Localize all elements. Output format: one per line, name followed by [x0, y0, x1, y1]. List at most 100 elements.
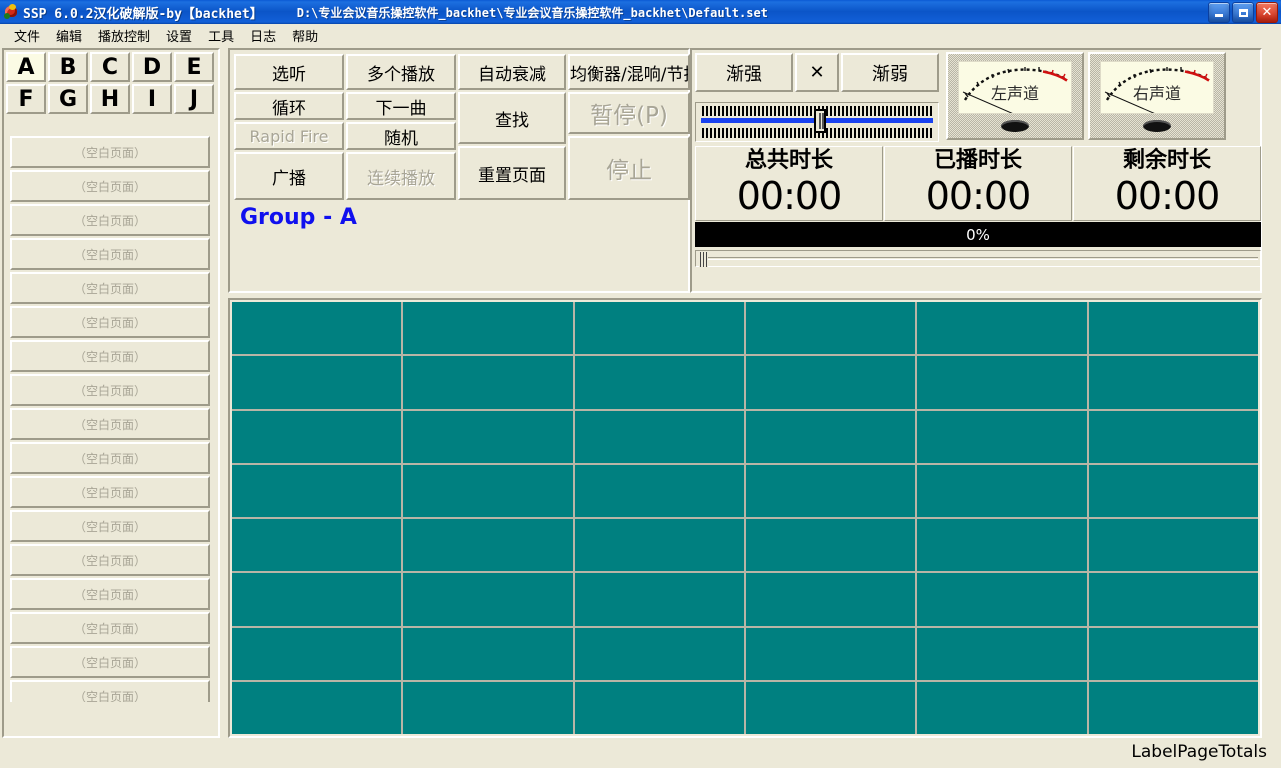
stop-button[interactable]: 停止	[568, 136, 690, 200]
broadcast-button[interactable]: 广播	[234, 152, 344, 200]
track-grid-cell[interactable]	[1088, 356, 1258, 409]
page-list-item[interactable]: （空白页面）	[10, 204, 210, 236]
track-grid-cell[interactable]	[917, 302, 1087, 355]
track-grid-cell[interactable]	[232, 519, 402, 572]
page-list-item[interactable]: （空白页面）	[10, 238, 210, 270]
maximize-button[interactable]	[1232, 2, 1254, 23]
track-grid-cell[interactable]	[574, 410, 744, 463]
menu-item-settings[interactable]: 设置	[158, 24, 200, 47]
page-list-item[interactable]: （空白页面）	[10, 646, 210, 678]
equalizer-button[interactable]: 均衡器/混响/节拍	[568, 54, 690, 90]
track-grid-cell[interactable]	[403, 681, 573, 734]
track-grid-cell[interactable]	[403, 627, 573, 680]
fade-out-button[interactable]: 渐弱	[841, 53, 939, 92]
seek-slider[interactable]	[695, 250, 1261, 267]
group-button-b[interactable]: B	[48, 52, 88, 82]
next-track-button[interactable]: 下一曲	[346, 92, 456, 120]
track-grid-cell[interactable]	[1088, 302, 1258, 355]
group-button-d[interactable]: D	[132, 52, 172, 82]
menu-item-file[interactable]: 文件	[6, 24, 48, 47]
track-grid-cell[interactable]	[574, 681, 744, 734]
page-list-item[interactable]: （空白页面）	[10, 680, 210, 702]
close-button[interactable]: ✕	[1256, 2, 1278, 23]
track-grid-cell[interactable]	[917, 464, 1087, 517]
track-grid-cell[interactable]	[745, 356, 916, 409]
menu-item-log[interactable]: 日志	[242, 24, 284, 47]
menu-item-help[interactable]: 帮助	[284, 24, 326, 47]
page-list-item[interactable]: （空白页面）	[10, 476, 210, 508]
volume-slider-thumb[interactable]	[814, 109, 826, 133]
track-grid-cell[interactable]	[403, 302, 573, 355]
track-grid-cell[interactable]	[745, 410, 916, 463]
listen-button[interactable]: 选听	[234, 54, 344, 90]
group-button-h[interactable]: H	[90, 84, 130, 114]
track-grid-cell[interactable]	[745, 302, 916, 355]
page-list-item[interactable]: （空白页面）	[10, 170, 210, 202]
track-grid-cell[interactable]	[232, 681, 402, 734]
page-list-item[interactable]: （空白页面）	[10, 442, 210, 474]
page-list-item[interactable]: （空白页面）	[10, 408, 210, 440]
vu-meter-right-knob[interactable]	[1143, 120, 1171, 132]
track-grid-cell[interactable]	[232, 627, 402, 680]
track-grid-cell[interactable]	[745, 519, 916, 572]
page-list-item[interactable]: （空白页面）	[10, 578, 210, 610]
track-grid-cell[interactable]	[574, 302, 744, 355]
pause-button[interactable]: 暂停(P)	[568, 92, 690, 134]
group-button-j[interactable]: J	[174, 84, 214, 114]
group-button-c[interactable]: C	[90, 52, 130, 82]
track-grid-cell[interactable]	[232, 356, 402, 409]
group-button-f[interactable]: F	[6, 84, 46, 114]
track-grid-cell[interactable]	[917, 681, 1087, 734]
vu-meter-left-knob[interactable]	[1001, 120, 1029, 132]
track-grid-cell[interactable]	[917, 573, 1087, 626]
menu-item-edit[interactable]: 编辑	[48, 24, 90, 47]
track-grid-cell[interactable]	[574, 519, 744, 572]
track-grid-cell[interactable]	[1088, 627, 1258, 680]
continuous-play-button[interactable]: 连续播放	[346, 152, 456, 200]
track-grid-cell[interactable]	[1088, 464, 1258, 517]
seek-slider-thumb[interactable]	[699, 252, 708, 267]
track-grid-cell[interactable]	[917, 410, 1087, 463]
page-list-item[interactable]: （空白页面）	[10, 510, 210, 542]
track-grid-cell[interactable]	[745, 627, 916, 680]
page-list-item[interactable]: （空白页面）	[10, 306, 210, 338]
fade-stop-button[interactable]: ✕	[795, 53, 839, 92]
group-button-i[interactable]: I	[132, 84, 172, 114]
page-list-item[interactable]: （空白页面）	[10, 612, 210, 644]
group-button-g[interactable]: G	[48, 84, 88, 114]
page-list[interactable]: （空白页面） （空白页面） （空白页面） （空白页面） （空白页面） （空白页面…	[10, 136, 210, 702]
fade-in-button[interactable]: 渐强	[695, 53, 793, 92]
track-grid-cell[interactable]	[232, 573, 402, 626]
track-grid-cell[interactable]	[1088, 519, 1258, 572]
group-button-a[interactable]: A	[6, 52, 46, 82]
loop-button[interactable]: 循环	[234, 92, 344, 120]
menu-item-playback-control[interactable]: 播放控制	[90, 24, 158, 47]
track-grid-cell[interactable]	[232, 464, 402, 517]
track-grid-cell[interactable]	[574, 573, 744, 626]
track-grid-cell[interactable]	[1088, 573, 1258, 626]
page-list-item[interactable]: （空白页面）	[10, 272, 210, 304]
track-grid-cell[interactable]	[745, 681, 916, 734]
multi-play-button[interactable]: 多个播放	[346, 54, 456, 90]
track-grid-cell[interactable]	[232, 410, 402, 463]
track-grid-cell[interactable]	[1088, 681, 1258, 734]
minimize-button[interactable]	[1208, 2, 1230, 23]
track-grid-cell[interactable]	[1088, 410, 1258, 463]
auto-fade-button[interactable]: 自动衰减	[458, 54, 566, 90]
track-grid-cell[interactable]	[745, 464, 916, 517]
track-grid-cell[interactable]	[403, 356, 573, 409]
track-grid-cell[interactable]	[745, 573, 916, 626]
find-button[interactable]: 查找	[458, 92, 566, 144]
page-list-item[interactable]: （空白页面）	[10, 340, 210, 372]
page-list-item[interactable]: （空白页面）	[10, 374, 210, 406]
track-grid-cell[interactable]	[917, 627, 1087, 680]
track-grid-cell[interactable]	[917, 519, 1087, 572]
track-grid-cell[interactable]	[574, 627, 744, 680]
track-grid-cell[interactable]	[403, 573, 573, 626]
random-button[interactable]: 随机	[346, 122, 456, 150]
track-grid-cell[interactable]	[403, 410, 573, 463]
rapid-fire-button[interactable]: Rapid Fire	[234, 122, 344, 150]
track-grid-cell[interactable]	[917, 356, 1087, 409]
track-grid-cell[interactable]	[232, 302, 402, 355]
group-button-e[interactable]: E	[174, 52, 214, 82]
